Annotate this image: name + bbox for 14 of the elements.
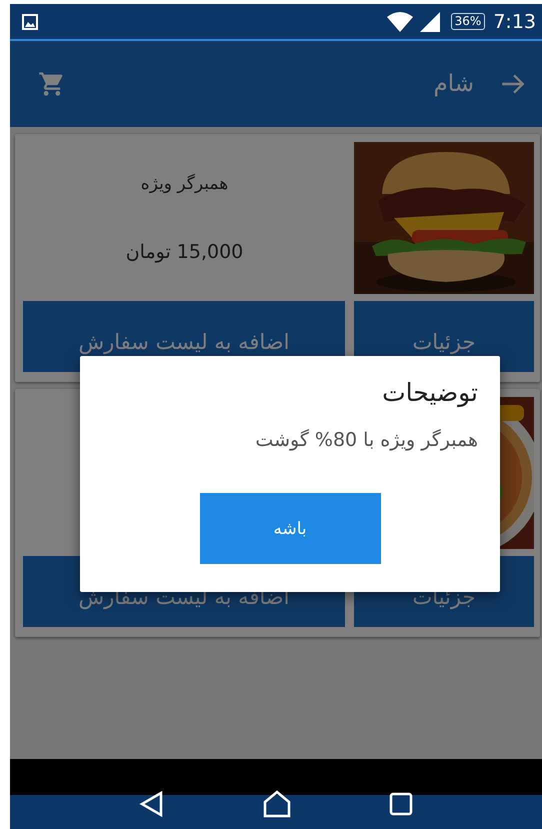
recents-icon[interactable]	[389, 792, 414, 816]
home-icon[interactable]	[262, 790, 292, 818]
screen-title: شام	[433, 71, 474, 97]
clock: 7:13	[493, 10, 536, 32]
product-name: همبرگر ویژه	[140, 174, 228, 194]
product-price: 15,000 تومان	[126, 240, 244, 262]
dialog-title: توضیحات	[382, 378, 478, 407]
dialog-message: همبرگر ویژه با 80% گوشت	[255, 429, 478, 451]
signal-icon	[418, 12, 441, 32]
image-icon	[22, 14, 38, 30]
ok-button[interactable]: باشه	[200, 493, 380, 564]
wifi-icon	[386, 10, 413, 32]
battery-indicator: 36%	[450, 13, 486, 30]
back-icon[interactable]	[138, 790, 165, 816]
